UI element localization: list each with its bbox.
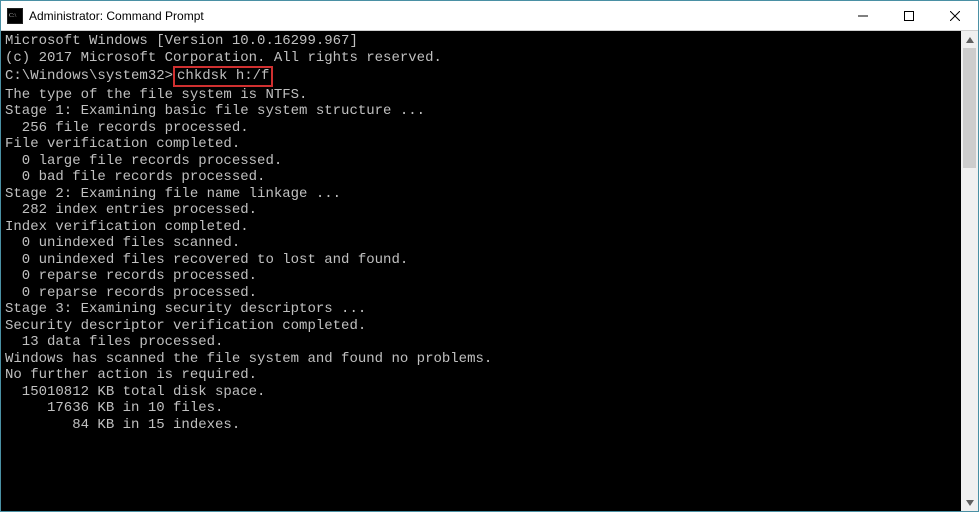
output-line: Stage 2: Examining file name linkage ...	[5, 186, 957, 203]
prompt-line: C:\Windows\system32>chkdsk h:/f	[5, 66, 957, 87]
output-line: 17636 KB in 10 files.	[5, 400, 957, 417]
titlebar[interactable]: C:\ Administrator: Command Prompt	[1, 1, 978, 31]
output-line: 0 large file records processed.	[5, 153, 957, 170]
cmd-app-icon: C:\	[7, 8, 23, 24]
output-line: 282 index entries processed.	[5, 202, 957, 219]
svg-text:C:\: C:\	[9, 13, 17, 19]
output-line: 0 bad file records processed.	[5, 169, 957, 186]
output-line: Windows has scanned the file system and …	[5, 351, 957, 368]
output-line: 0 reparse records processed.	[5, 268, 957, 285]
output-line: 0 reparse records processed.	[5, 285, 957, 302]
output-line: Stage 3: Examining security descriptors …	[5, 301, 957, 318]
output-line: Security descriptor verification complet…	[5, 318, 957, 335]
output-line: 84 KB in 15 indexes.	[5, 417, 957, 434]
prompt-path: C:\Windows\system32>	[5, 68, 173, 84]
scroll-up-button[interactable]	[961, 31, 978, 48]
scroll-track[interactable]	[961, 48, 978, 494]
output-line: Index verification completed.	[5, 219, 957, 236]
output-line: No further action is required.	[5, 367, 957, 384]
output-line: 0 unindexed files recovered to lost and …	[5, 252, 957, 269]
output-line: 13 data files processed.	[5, 334, 957, 351]
command-highlight: chkdsk h:/f	[173, 66, 273, 87]
content-area: Microsoft Windows [Version 10.0.16299.96…	[1, 31, 978, 511]
output-line: Stage 1: Examining basic file system str…	[5, 103, 957, 120]
output-line: The type of the file system is NTFS.	[5, 87, 957, 104]
scroll-down-button[interactable]	[961, 494, 978, 511]
copyright-line: (c) 2017 Microsoft Corporation. All righ…	[5, 50, 957, 67]
version-line: Microsoft Windows [Version 10.0.16299.96…	[5, 33, 957, 50]
close-button[interactable]	[932, 1, 978, 30]
vertical-scrollbar[interactable]	[961, 31, 978, 511]
minimize-button[interactable]	[840, 1, 886, 30]
command-prompt-window: C:\ Administrator: Command Prompt Micros…	[0, 0, 979, 512]
terminal-output[interactable]: Microsoft Windows [Version 10.0.16299.96…	[1, 31, 961, 511]
window-title: Administrator: Command Prompt	[29, 9, 840, 23]
output-line: File verification completed.	[5, 136, 957, 153]
output-line: 15010812 KB total disk space.	[5, 384, 957, 401]
window-controls	[840, 1, 978, 30]
output-line: 0 unindexed files scanned.	[5, 235, 957, 252]
scroll-thumb[interactable]	[963, 48, 976, 168]
output-line: 256 file records processed.	[5, 120, 957, 137]
maximize-button[interactable]	[886, 1, 932, 30]
